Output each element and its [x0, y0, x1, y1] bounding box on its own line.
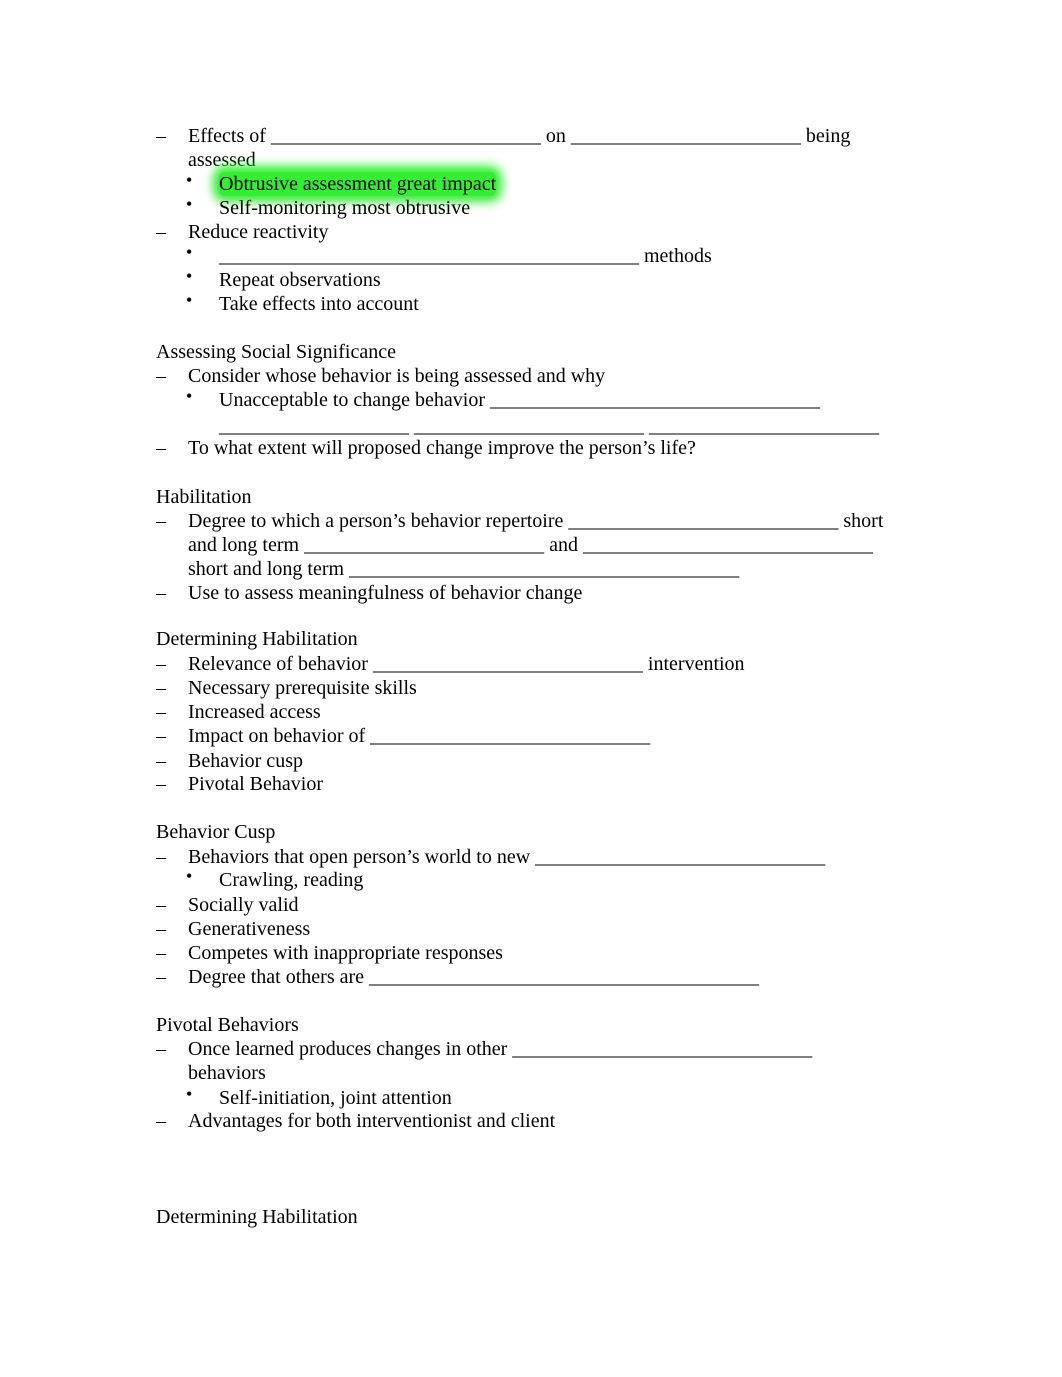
- dash-marker: –: [156, 125, 166, 147]
- bullet-marker: •: [186, 290, 193, 310]
- bullet-item: Self-initiation, joint attention: [219, 1087, 452, 1109]
- list-item: Impact on behavior of __________________…: [188, 725, 651, 747]
- list-item: Socially valid: [188, 894, 299, 916]
- section-heading: Pivotal Behaviors: [156, 1014, 299, 1036]
- list-item: Generativeness: [188, 918, 311, 940]
- list-item: Consider whose behavior is being assesse…: [188, 365, 606, 387]
- list-item-continuation: assessed: [188, 149, 256, 171]
- bullet-marker: •: [186, 866, 193, 886]
- dash-marker: –: [156, 846, 166, 868]
- list-item: Effects of ___________________________ o…: [188, 125, 851, 147]
- list-item: Once learned produces changes in other _…: [188, 1038, 813, 1060]
- dash-marker: –: [156, 942, 166, 964]
- list-item: To what extent will proposed change impr…: [188, 437, 696, 459]
- dash-marker: –: [156, 1110, 166, 1132]
- list-item: Reduce reactivity: [188, 221, 329, 243]
- list-item: Advantages for both interventionist and …: [188, 1110, 556, 1132]
- list-item: Increased access: [188, 701, 321, 723]
- dash-marker: –: [156, 437, 166, 459]
- bullet-marker: •: [186, 170, 193, 190]
- dash-marker: –: [156, 773, 166, 795]
- list-item-continuation: ___________________ ____________________…: [219, 415, 879, 437]
- list-item: Use to assess meaningfulness of behavior…: [188, 582, 583, 604]
- section-heading: Determining Habilitation: [156, 628, 358, 650]
- list-item: Competes with inappropriate responses: [188, 942, 503, 964]
- dash-marker: –: [156, 653, 166, 675]
- section-heading: Behavior Cusp: [156, 821, 276, 843]
- dash-marker: –: [156, 677, 166, 699]
- dash-marker: –: [156, 894, 166, 916]
- dash-marker: –: [156, 510, 166, 532]
- list-item: Pivotal Behavior: [188, 773, 323, 795]
- bullet-marker: •: [186, 242, 193, 262]
- section-heading: Habilitation: [156, 486, 252, 508]
- list-item: Behavior cusp: [188, 750, 303, 772]
- dash-marker: –: [156, 1038, 166, 1060]
- bullet-item: Obtrusive assessment great impact: [219, 172, 497, 196]
- bullet-item: ________________________________________…: [219, 245, 712, 267]
- bullet-marker: •: [186, 1084, 193, 1104]
- bullet-item: Crawling, reading: [219, 869, 364, 891]
- list-item: Behaviors that open person’s world to ne…: [188, 846, 826, 868]
- bullet-item: Repeat observations: [219, 269, 381, 291]
- list-item-continuation: short and long term ____________________…: [188, 558, 740, 580]
- bullet-item: Unacceptable to change behavior ________…: [219, 389, 820, 411]
- dash-marker: –: [156, 582, 166, 604]
- list-item: Degree to which a person’s behavior repe…: [188, 510, 884, 532]
- list-item: Relevance of behavior __________________…: [188, 653, 745, 675]
- dash-marker: –: [156, 365, 166, 387]
- bullet-marker: •: [186, 194, 193, 214]
- dash-marker: –: [156, 966, 166, 988]
- dash-marker: –: [156, 725, 166, 747]
- bullet-marker: •: [186, 266, 193, 286]
- bullet-marker: •: [186, 386, 193, 406]
- section-heading: Assessing Social Significance: [156, 341, 396, 363]
- section-heading: Determining Habilitation: [156, 1206, 358, 1228]
- dash-marker: –: [156, 701, 166, 723]
- bullet-item: Take effects into account: [219, 293, 419, 315]
- list-item-continuation: behaviors: [188, 1062, 266, 1084]
- dash-marker: –: [156, 918, 166, 940]
- list-item: Degree that others are _________________…: [188, 966, 760, 988]
- dash-marker: –: [156, 221, 166, 243]
- list-item-continuation: and long term ________________________ a…: [188, 534, 873, 556]
- dash-marker: –: [156, 750, 166, 772]
- list-item: Necessary prerequisite skills: [188, 677, 417, 699]
- bullet-item: Self-monitoring most obtrusive: [219, 197, 471, 219]
